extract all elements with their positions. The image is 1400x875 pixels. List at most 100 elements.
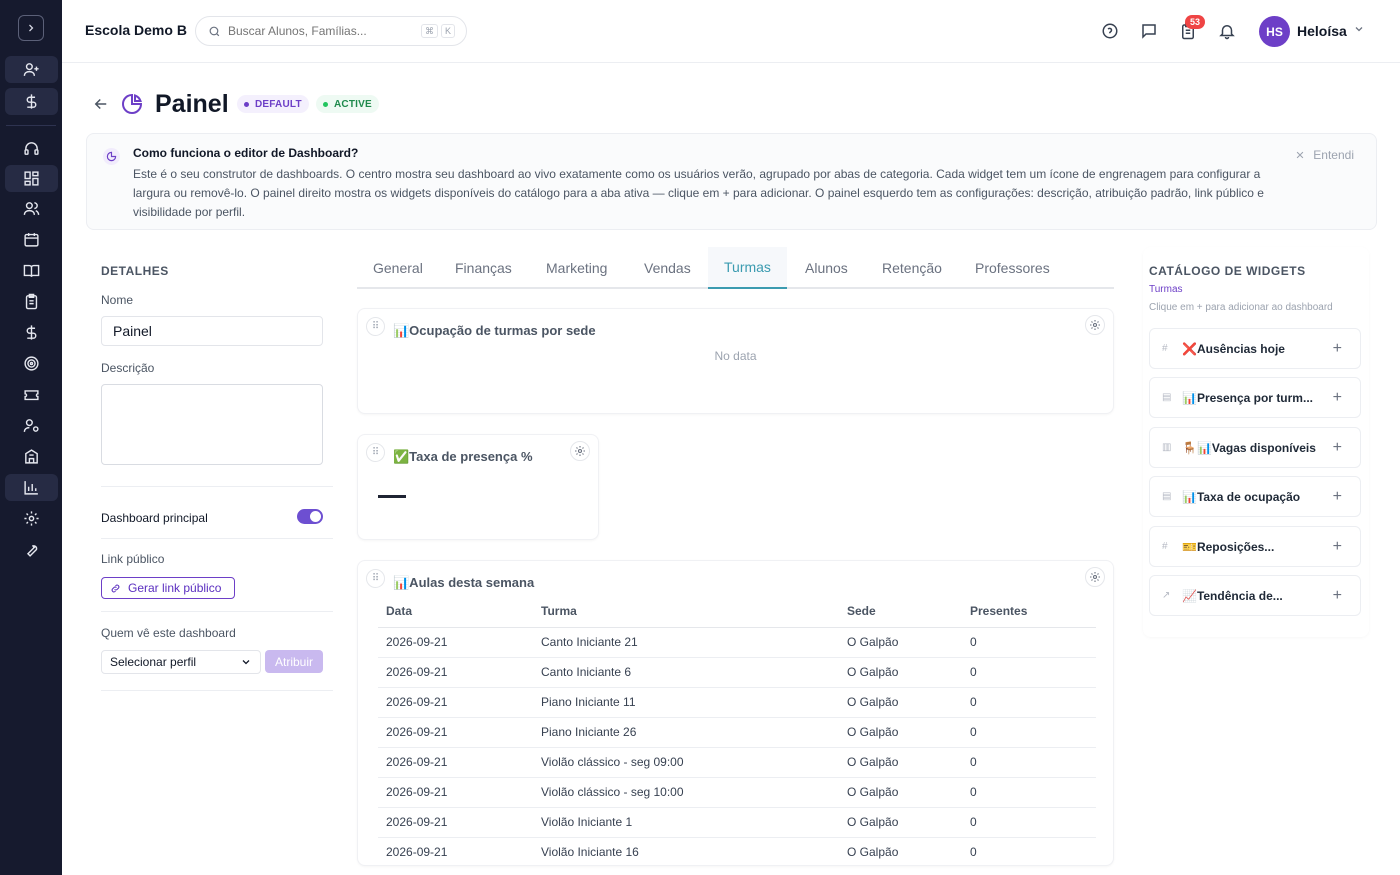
sidebar-item-people[interactable] — [5, 195, 58, 222]
add-widget-plus-icon[interactable]: + — [1333, 488, 1342, 506]
catalog-item[interactable]: # 🎫Reposições... + — [1149, 526, 1361, 567]
generate-public-link-button[interactable]: Gerar link público — [101, 577, 235, 599]
cell-present: 0 — [962, 807, 1096, 838]
building-icon — [25, 449, 38, 464]
pie-chart-icon — [120, 92, 144, 116]
bar-chart-icon: ▥ — [1162, 442, 1172, 453]
catalog-item[interactable]: # ❌Ausências hoje + — [1149, 328, 1361, 369]
cell-class: Violão Iniciante 16 — [533, 837, 839, 865]
tab-financas[interactable]: Finanças — [439, 247, 528, 289]
cell-present: 0 — [962, 747, 1096, 778]
target-icon — [24, 356, 39, 371]
gear-icon — [1090, 320, 1100, 330]
back-button[interactable] — [92, 95, 110, 113]
catalog-item[interactable]: ▤ 📊Presença por turm... + — [1149, 377, 1361, 418]
users-icon — [23, 202, 40, 215]
sidebar-item-finance-quick[interactable] — [5, 88, 58, 115]
widget-settings-button[interactable] — [1085, 567, 1105, 587]
drag-handle-icon[interactable]: ⠿ — [366, 443, 385, 462]
dismiss-button[interactable]: Entendi — [1295, 148, 1354, 162]
cell-site: O Galpão — [839, 717, 962, 748]
user-plus-icon — [23, 63, 39, 76]
classes-table: Data Turma Sede Presentes 2026-09-21 Can… — [378, 596, 1096, 865]
drag-handle-icon[interactable]: ⠿ — [366, 569, 385, 588]
sidebar-item-courses[interactable] — [5, 257, 58, 284]
cell-date: 2026-09-21 — [378, 807, 533, 838]
divider — [101, 690, 333, 691]
sidebar-item-settings[interactable] — [5, 505, 58, 532]
messages-button[interactable] — [1138, 20, 1160, 42]
column-header-present: Presentes — [962, 596, 1096, 628]
tab-professores[interactable]: Professores — [959, 247, 1066, 289]
sidebar-item-dashboard[interactable] — [5, 165, 58, 192]
name-input[interactable] — [101, 316, 323, 346]
school-name[interactable]: Escola Demo B — [85, 22, 187, 38]
sidebar-item-buildings[interactable] — [5, 443, 58, 470]
add-widget-plus-icon[interactable]: + — [1333, 389, 1342, 407]
widget-attendance-rate: ⠿ ✅Taxa de presença % — [357, 434, 599, 540]
sidebar-item-finance[interactable] — [5, 319, 58, 346]
gear-icon — [575, 446, 585, 456]
search-input[interactable] — [228, 24, 418, 38]
widget-classes-this-week: ⠿ 📊Aulas desta semana Data Turma Sede Pr… — [357, 560, 1114, 866]
catalog-item[interactable]: ↗ 📈Tendência de... + — [1149, 575, 1361, 616]
main-dashboard-toggle[interactable] — [297, 509, 323, 524]
sidebar-item-reports[interactable] — [5, 474, 58, 501]
description-textarea[interactable] — [101, 384, 323, 465]
notification-count-badge: 53 — [1185, 15, 1205, 29]
catalog-item-label: ❌Ausências hoje — [1182, 341, 1285, 356]
user-menu-toggle[interactable] — [1353, 23, 1365, 38]
add-widget-plus-icon[interactable]: + — [1333, 439, 1342, 457]
tab-turmas[interactable]: Turmas — [708, 247, 787, 289]
search-box[interactable]: ⌘ K — [195, 16, 467, 46]
table-row: 2026-09-21 Violão clássico - seg 09:00 O… — [378, 747, 1096, 778]
sidebar-item-support[interactable] — [5, 135, 58, 162]
cell-present: 0 — [962, 657, 1096, 688]
sidebar-expand-button[interactable] — [18, 15, 44, 41]
tab-retencao[interactable]: Retenção — [866, 247, 958, 289]
avatar[interactable]: HS — [1259, 16, 1290, 47]
assign-button[interactable]: Atribuir — [265, 650, 323, 673]
help-button[interactable] — [1099, 20, 1121, 42]
tab-general[interactable]: General — [357, 247, 439, 289]
cell-site: O Galpão — [839, 777, 962, 808]
sidebar-item-add-user[interactable] — [5, 56, 58, 83]
tab-marketing[interactable]: Marketing — [530, 247, 623, 289]
add-widget-plus-icon[interactable]: + — [1333, 538, 1342, 556]
gear-icon — [1090, 572, 1100, 582]
cell-class: Violão Iniciante 1 — [533, 807, 839, 838]
name-label: Nome — [101, 293, 134, 307]
cell-class: Canto Iniciante 6 — [533, 657, 839, 688]
user-name[interactable]: Heloísa — [1297, 23, 1347, 39]
catalog-item[interactable]: ▤ 📊Taxa de ocupação + — [1149, 476, 1361, 517]
add-widget-plus-icon[interactable]: + — [1333, 340, 1342, 358]
dollar-icon — [26, 325, 37, 340]
sidebar-item-goals[interactable] — [5, 350, 58, 377]
sidebar-item-tickets[interactable] — [5, 381, 58, 408]
catalog-item[interactable]: ▥ 🪑📊Vagas disponíveis + — [1149, 427, 1361, 468]
tab-vendas[interactable]: Vendas — [628, 247, 707, 289]
notifications-button[interactable] — [1216, 20, 1238, 42]
table-row: 2026-09-21 Violão Iniciante 1 O Galpão 0 — [378, 807, 1096, 838]
profile-select[interactable]: Selecionar perfil — [101, 650, 261, 674]
help-banner: Como funciona o editor de Dashboard? Est… — [86, 133, 1377, 230]
dollar-icon — [26, 94, 37, 109]
sidebar-item-tools[interactable] — [5, 536, 58, 563]
ticket-icon — [24, 390, 39, 401]
add-widget-plus-icon[interactable]: + — [1333, 587, 1342, 605]
drag-handle-icon[interactable]: ⠿ — [366, 317, 385, 336]
sidebar-item-user-settings[interactable] — [5, 412, 58, 439]
sidebar-item-tasks[interactable] — [5, 288, 58, 315]
widget-settings-button[interactable] — [1085, 315, 1105, 335]
widget-settings-button[interactable] — [570, 441, 590, 461]
sidebar-item-calendar[interactable] — [5, 226, 58, 253]
toggle-knob — [310, 511, 321, 522]
table-row: 2026-09-21 Piano Iniciante 11 O Galpão 0 — [378, 687, 1096, 718]
tab-alunos[interactable]: Alunos — [789, 247, 864, 289]
bar-chart-icon — [24, 481, 38, 495]
dismiss-label: Entendi — [1313, 148, 1354, 162]
catalog-item-label: 🪑📊Vagas disponíveis — [1182, 440, 1316, 455]
cell-site: O Galpão — [839, 747, 962, 778]
main-dashboard-label: Dashboard principal — [101, 511, 208, 525]
table-icon: ▤ — [1162, 491, 1172, 502]
